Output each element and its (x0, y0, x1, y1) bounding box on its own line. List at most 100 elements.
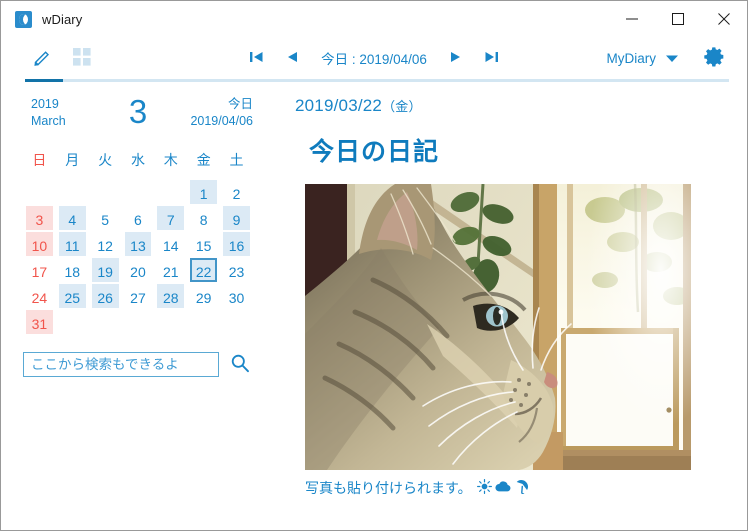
prev-entry-button[interactable] (281, 46, 303, 70)
calendar-week-row: 17 18 19 20 21 22 23 (23, 257, 253, 283)
calendar-day[interactable]: 3 (26, 206, 53, 230)
window-controls (609, 1, 747, 37)
app-title: wDiary (42, 11, 83, 27)
cloud-icon (495, 480, 511, 496)
calendar-day[interactable]: 30 (223, 284, 250, 308)
calendar-header: 2019 March 3 今日 2019/04/06 (23, 93, 253, 142)
minimize-button[interactable] (609, 1, 655, 37)
calendar-today-caption: 今日 (227, 97, 253, 111)
entry-photo[interactable] (305, 184, 691, 470)
calendar-day[interactable]: 2 (223, 180, 250, 204)
calendar-day-empty (125, 310, 152, 334)
skip-forward-icon (484, 50, 499, 67)
calendar-day-empty (157, 310, 184, 334)
next-entry-button[interactable] (445, 46, 467, 70)
calendar-day-empty (92, 180, 119, 204)
calendar-today-box[interactable]: 今日 2019/04/06 (190, 96, 253, 130)
calendar-day[interactable]: 27 (125, 284, 152, 308)
search-input[interactable] (23, 351, 219, 377)
calendar-weekday-2: 火 (98, 152, 113, 168)
calendar-day[interactable]: 21 (157, 258, 184, 282)
body-area: 2019 March 3 今日 2019/04/06 日月火水木金土 12345… (1, 82, 747, 530)
calendar-weekday-3: 水 (130, 152, 145, 168)
calendar-day[interactable]: 14 (157, 232, 184, 256)
settings-button[interactable] (699, 43, 729, 73)
search-icon (230, 353, 250, 376)
calendar-day-empty (92, 310, 119, 334)
calendar-day[interactable]: 24 (26, 284, 53, 308)
calendar-day-empty (125, 180, 152, 204)
gear-icon (703, 45, 726, 71)
diary-selector[interactable]: MyDiary (603, 48, 684, 69)
entry-weekday: （金） (382, 99, 422, 114)
search-button[interactable] (227, 351, 253, 377)
calendar-day[interactable]: 11 (58, 232, 86, 256)
calendar-day[interactable]: 1 (190, 180, 218, 204)
calendar-day[interactable]: 18 (59, 258, 86, 282)
photo-caption-text: 写真も貼り付けられます。 (305, 480, 472, 496)
calendar-day[interactable]: 22 (190, 258, 218, 282)
tab-edit[interactable] (25, 43, 59, 73)
diary-entry-pane: 2019/03/22（金） 今日の日記 写真も貼り付けられます。 (273, 82, 747, 530)
calendar-day[interactable]: 15 (190, 232, 217, 256)
calendar-day[interactable]: 9 (223, 206, 250, 230)
triangle-left-icon (286, 50, 299, 67)
calendar-week-row: 3456789 (23, 205, 253, 231)
last-entry-button[interactable] (481, 46, 503, 70)
calendar-day[interactable]: 12 (92, 232, 119, 256)
calendar-day[interactable]: 19 (91, 258, 119, 282)
calendar-day[interactable]: 16 (223, 232, 250, 256)
calendar-weekday-5: 金 (196, 152, 211, 168)
calendar-day-empty (223, 310, 250, 334)
search-row (23, 351, 253, 377)
close-button[interactable] (701, 1, 747, 37)
calendar-day[interactable]: 20 (125, 258, 152, 282)
first-entry-button[interactable] (245, 46, 267, 70)
moon-icon (15, 10, 32, 28)
calendar-day[interactable]: 26 (91, 284, 119, 308)
sidebar: 2019 March 3 今日 2019/04/06 日月火水木金土 12345… (1, 82, 273, 530)
calendar-weekday-4: 木 (163, 152, 178, 168)
calendar-weekday-row: 日月火水木金土 (23, 146, 253, 179)
calendar-today-date: 2019/04/06 (190, 114, 253, 128)
calendar-day-empty (26, 180, 53, 204)
calendar-day[interactable]: 29 (190, 284, 217, 308)
entry-date-value: 2019/03/22 (295, 96, 383, 115)
calendar-week-row: 12 (23, 179, 253, 205)
weather-icons (476, 479, 529, 497)
entry-date: 2019/03/22（金） (295, 96, 727, 116)
entry-title: 今日の日記 (309, 138, 440, 166)
calendar-body: 1 2 3 4 5 6 7 8 9 10 11 12 13 14 15 16 17 18 19 20 21 22 23 24 2… (23, 179, 253, 335)
calendar-day[interactable]: 10 (26, 232, 53, 256)
app-window: wDiary 今日: 2019/04/06 MyDiary 2019 Marc… (0, 0, 748, 531)
title-bar[interactable]: wDiary (1, 1, 747, 37)
chevron-down-icon (665, 51, 679, 66)
calendar-day[interactable]: 31 (26, 310, 53, 334)
calendar-day[interactable]: 7 (157, 206, 185, 230)
triangle-right-icon (449, 50, 462, 67)
calendar-day[interactable]: 6 (125, 206, 152, 230)
pencil-icon (31, 46, 53, 71)
calendar-day[interactable]: 17 (26, 258, 53, 282)
minimize-icon (626, 13, 638, 25)
calendar-day[interactable]: 28 (157, 284, 185, 308)
calendar-weekday-1: 月 (65, 152, 80, 168)
calendar-day[interactable]: 4 (58, 206, 86, 230)
active-tab-indicator (25, 79, 63, 82)
maximize-icon (672, 13, 684, 25)
umbrella-icon (514, 479, 529, 497)
today-label: 今日 : 2019/04/06 (321, 52, 427, 67)
calendar-week-row: 10 11 12 13 14 15 16 (23, 231, 253, 257)
cat-photo-illustration (305, 184, 691, 470)
calendar-day-empty (59, 310, 86, 334)
calendar-day[interactable]: 5 (92, 206, 119, 230)
calendar-day[interactable]: 25 (58, 284, 86, 308)
toolbar-tabs (25, 43, 99, 73)
calendar-day[interactable]: 13 (124, 232, 152, 256)
calendar-day[interactable]: 8 (190, 206, 217, 230)
maximize-button[interactable] (655, 1, 701, 37)
tab-tiles[interactable] (65, 43, 99, 73)
calendar-week-row: 31 (23, 309, 253, 335)
calendar-day-empty (59, 180, 86, 204)
calendar-day[interactable]: 23 (223, 258, 250, 282)
